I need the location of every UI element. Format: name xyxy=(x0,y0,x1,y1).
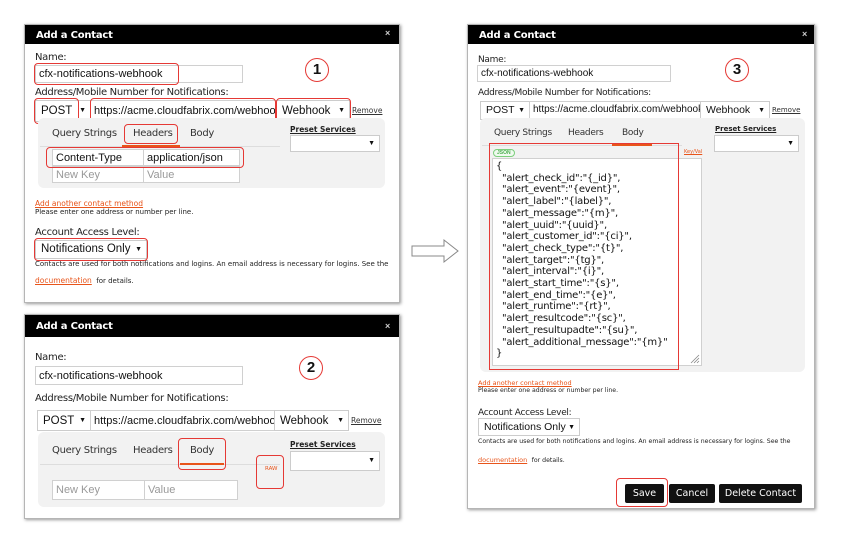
new-value-input[interactable]: Value xyxy=(143,166,240,183)
contacts-note: Contacts are used for both notifications… xyxy=(35,260,389,268)
name-label: Name: xyxy=(35,52,67,63)
address-label: Address/Mobile Number for Notifications: xyxy=(35,393,229,404)
preset-services-select[interactable]: ▼ xyxy=(290,135,380,152)
close-icon[interactable]: × xyxy=(802,29,807,39)
add-contact-method-link[interactable]: Add another contact method xyxy=(478,379,572,387)
new-value-input[interactable]: Value xyxy=(144,480,238,500)
remove-link[interactable]: Remove xyxy=(772,106,800,114)
keyval-toggle[interactable]: Key/Val xyxy=(684,149,702,155)
highlight-box xyxy=(124,124,178,144)
step-number: 3 xyxy=(725,58,749,82)
highlight-box xyxy=(178,438,226,470)
name-input[interactable]: cfx-notifications-webhook xyxy=(35,366,243,385)
method-value: POST xyxy=(43,415,75,427)
name-label: Name: xyxy=(478,55,507,65)
chevron-down-icon: ▼ xyxy=(79,417,86,424)
chevron-down-icon: ▼ xyxy=(337,417,344,424)
resize-handle-icon[interactable] xyxy=(690,354,700,364)
details-text: for details. xyxy=(96,277,134,285)
preset-services-select[interactable]: ▼ xyxy=(714,135,799,152)
access-level-label: Account Access Level: xyxy=(478,408,572,418)
access-level-value: Notifications Only xyxy=(484,421,566,433)
method-select[interactable]: POST ▼ xyxy=(37,410,91,431)
type-value: Webhook xyxy=(280,415,329,427)
tab-headers[interactable]: Headers xyxy=(133,445,173,456)
close-icon[interactable]: × xyxy=(385,28,390,38)
name-input[interactable]: cfx-notifications-webhook xyxy=(477,65,671,82)
documentation-link[interactable]: documentation xyxy=(35,276,92,285)
access-level-label: Account Access Level: xyxy=(35,227,140,238)
tab-query-strings[interactable]: Query Strings xyxy=(52,128,117,139)
chevron-down-icon: ▼ xyxy=(568,424,575,431)
tab-divider xyxy=(40,464,280,465)
chevron-down-icon: ▼ xyxy=(518,107,525,114)
address-label: Address/Mobile Number for Notifications: xyxy=(35,87,229,98)
delete-contact-button[interactable]: Delete Contact xyxy=(719,484,802,503)
add-method-hint: Please enter one address or number per l… xyxy=(35,208,194,216)
step-number: 1 xyxy=(305,58,329,82)
address-label: Address/Mobile Number for Notifications: xyxy=(478,88,651,98)
tab-body[interactable]: Body xyxy=(622,128,644,138)
new-key-input[interactable]: New Key xyxy=(52,480,145,500)
documentation-line: documentation for details. xyxy=(478,449,565,467)
close-icon[interactable]: × xyxy=(385,321,390,331)
dialog-title: Add a Contact xyxy=(25,315,399,337)
cancel-button[interactable]: Cancel xyxy=(669,484,715,503)
dialog-title: Add a Contact xyxy=(468,25,814,44)
highlight-box xyxy=(34,238,148,261)
chevron-down-icon: ▼ xyxy=(758,107,765,114)
type-select[interactable]: Webhook ▼ xyxy=(274,410,349,431)
highlight-box xyxy=(256,455,284,489)
preset-services-label: Preset Services xyxy=(715,125,777,133)
right-arrow-icon xyxy=(411,238,459,264)
url-input[interactable]: https://acme.cloudfabrix.com/webhooks xyxy=(90,410,275,431)
type-value: Webhook xyxy=(706,104,751,116)
highlight-box xyxy=(34,63,179,85)
highlight-box xyxy=(46,147,244,168)
documentation-line: documentation for details. xyxy=(35,270,134,288)
tab-headers[interactable]: Headers xyxy=(568,128,604,138)
chevron-down-icon: ▼ xyxy=(368,140,375,147)
add-contact-method-link[interactable]: Add another contact method xyxy=(35,199,143,208)
preset-services-select[interactable]: ▼ xyxy=(290,451,380,471)
remove-link[interactable]: Remove xyxy=(351,416,381,425)
add-method-hint: Please enter one address or number per l… xyxy=(478,387,619,394)
name-label: Name: xyxy=(35,352,67,363)
tab-query-strings[interactable]: Query Strings xyxy=(494,128,552,138)
documentation-link[interactable]: documentation xyxy=(478,456,527,464)
highlight-box xyxy=(616,478,668,507)
chevron-down-icon: ▼ xyxy=(79,107,86,114)
dialog-title: Add a Contact xyxy=(25,25,399,44)
preset-services-label: Preset Services xyxy=(290,440,356,449)
details-text: for details. xyxy=(531,457,565,464)
preset-services-label: Preset Services xyxy=(290,125,356,134)
highlight-box xyxy=(489,143,679,370)
remove-link[interactable]: Remove xyxy=(352,106,382,115)
new-key-input[interactable]: New Key xyxy=(52,166,144,183)
step-number: 2 xyxy=(299,356,323,380)
access-level-select[interactable]: Notifications Only ▼ xyxy=(478,418,580,436)
chevron-down-icon: ▼ xyxy=(787,140,794,147)
contacts-note: Contacts are used for both notifications… xyxy=(478,438,791,445)
chevron-down-icon: ▼ xyxy=(368,457,375,464)
tab-query-strings[interactable]: Query Strings xyxy=(52,445,117,456)
tab-body[interactable]: Body xyxy=(190,128,214,139)
method-value: POST xyxy=(486,104,515,116)
